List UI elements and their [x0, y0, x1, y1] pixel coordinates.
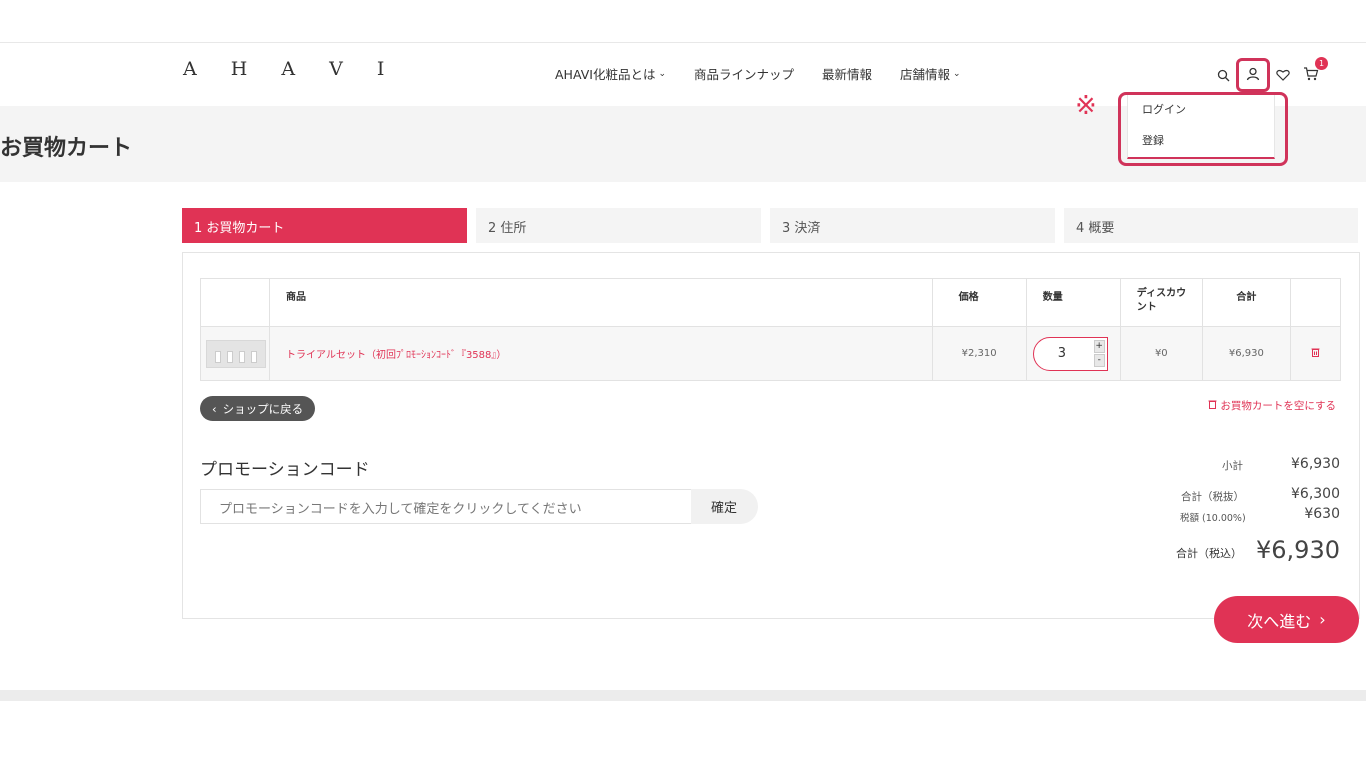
- nav-item-about[interactable]: AHAVI化粧品とは ⌄: [555, 64, 666, 83]
- back-label: ショップに戻る: [222, 401, 304, 416]
- step-payment[interactable]: 3 決済: [770, 208, 1055, 243]
- nav-item-label: 最新情報: [822, 67, 873, 82]
- promo-title: プロモーションコード: [200, 460, 370, 480]
- qty-decrease-button[interactable]: -: [1093, 354, 1105, 367]
- product-header: 商品: [269, 278, 933, 327]
- nav-item-lineup[interactable]: 商品ラインナップ: [694, 64, 794, 83]
- tax-value: ¥630: [1304, 506, 1340, 522]
- nav-item-label: 店舗情報: [900, 67, 951, 82]
- step-cart[interactable]: 1 お買物カート: [182, 208, 467, 243]
- trash-icon: [1208, 400, 1220, 412]
- price-cell: ¥2,310: [931, 326, 1027, 381]
- user-icon: [1246, 66, 1260, 85]
- quantity-value[interactable]: 3: [1058, 346, 1066, 361]
- next-label: 次へ進む: [1247, 611, 1312, 631]
- grand-total-label: 合計（税込）: [1176, 547, 1242, 560]
- cart-button[interactable]: 1: [1300, 57, 1328, 89]
- action-header: [1289, 278, 1342, 327]
- main-nav: AHAVI化粧品とは ⌄ 商品ラインナップ 最新情報 店舗情報 ⌄: [555, 64, 989, 83]
- discount-cell: ¥0: [1119, 326, 1203, 381]
- subtotal-label: 小計: [1222, 460, 1243, 472]
- product-name-cell: トライアルセット（初回ﾌﾟﾛﾓｰｼｮﾝｺｰﾄﾞ『3588』）: [269, 326, 933, 381]
- total-excl-label: 合計（税抜）: [1181, 491, 1244, 503]
- trash-icon[interactable]: [1311, 347, 1320, 360]
- header-divider: [0, 42, 1366, 43]
- chevron-down-icon: ⌄: [953, 68, 961, 79]
- tax-label: 税額 (10.00%): [1180, 513, 1246, 524]
- note-mark: ※: [1075, 91, 1097, 121]
- qty-cell: 3 + -: [1025, 326, 1121, 381]
- grand-total-value: ¥6,930: [1256, 536, 1340, 564]
- account-button[interactable]: [1236, 58, 1270, 92]
- search-icon[interactable]: [1212, 61, 1234, 89]
- page-title: お買物カート: [0, 136, 133, 161]
- total-excl-value: ¥6,300: [1291, 486, 1340, 502]
- subtotal-value: ¥6,930: [1291, 456, 1340, 472]
- nav-item-news[interactable]: 最新情報: [822, 64, 872, 83]
- footer-divider: [0, 690, 1366, 701]
- nav-item-store[interactable]: 店舗情報 ⌄: [900, 64, 961, 83]
- heart-icon[interactable]: [1272, 61, 1294, 89]
- qty-buttons: + -: [1093, 340, 1105, 367]
- empty-cart-label: お買物カートを空にする: [1220, 400, 1336, 412]
- quantity-stepper[interactable]: 3 + -: [1032, 336, 1108, 371]
- step-summary[interactable]: 4 概要: [1064, 208, 1358, 243]
- total-cell: ¥6,930: [1201, 326, 1291, 381]
- cart-count-badge: 1: [1315, 57, 1328, 70]
- highlight-frame: [1118, 92, 1288, 166]
- discount-header: ディスカウント: [1119, 278, 1203, 327]
- nav-item-label: 商品ラインナップ: [694, 67, 795, 82]
- chevron-right-icon: ›: [1319, 610, 1326, 629]
- cart-table: 商品 価格 数量 ディスカウント 合計 トライアルセット（初回ﾌﾟﾛﾓｰｼｮﾝｺ…: [199, 278, 1342, 381]
- delete-cell: [1289, 326, 1342, 381]
- promo-confirm-button[interactable]: 確定: [691, 489, 758, 524]
- product-thumbnail[interactable]: [206, 339, 266, 368]
- product-thumbnail-cell: [199, 326, 271, 381]
- chevron-down-icon: ⌄: [658, 68, 666, 79]
- table-header-row: 商品 価格 数量 ディスカウント 合計: [199, 278, 1342, 327]
- qty-increase-button[interactable]: +: [1093, 340, 1105, 353]
- empty-cart-link[interactable]: お買物カートを空にする: [1208, 398, 1336, 413]
- checkout-steps: 1 お買物カート 2 住所 3 決済 4 概要: [182, 208, 1358, 243]
- total-header: 合計: [1201, 278, 1291, 327]
- product-link[interactable]: トライアルセット（初回ﾌﾟﾛﾓｰｼｮﾝｺｰﾄﾞ『3588』）: [270, 350, 506, 361]
- step-address[interactable]: 2 住所: [476, 208, 761, 243]
- next-step-button[interactable]: 次へ進む ›: [1214, 596, 1359, 643]
- back-to-shop-button[interactable]: ‹ ショップに戻る: [200, 396, 316, 421]
- promo-code-input[interactable]: プロモーションコードを入力して確定をクリックしてください: [200, 489, 692, 524]
- price-header: 価格: [931, 278, 1027, 327]
- chevron-left-icon: ‹: [212, 401, 217, 416]
- site-logo[interactable]: A H A V I: [183, 58, 398, 80]
- table-row: トライアルセット（初回ﾌﾟﾛﾓｰｼｮﾝｺｰﾄﾞ『3588』） ¥2,310 3 …: [199, 326, 1342, 381]
- nav-item-label: AHAVI化粧品とは: [555, 67, 656, 82]
- qty-header: 数量: [1025, 278, 1121, 327]
- header-icons: 1: [1212, 57, 1328, 92]
- thumb-header: [199, 278, 271, 327]
